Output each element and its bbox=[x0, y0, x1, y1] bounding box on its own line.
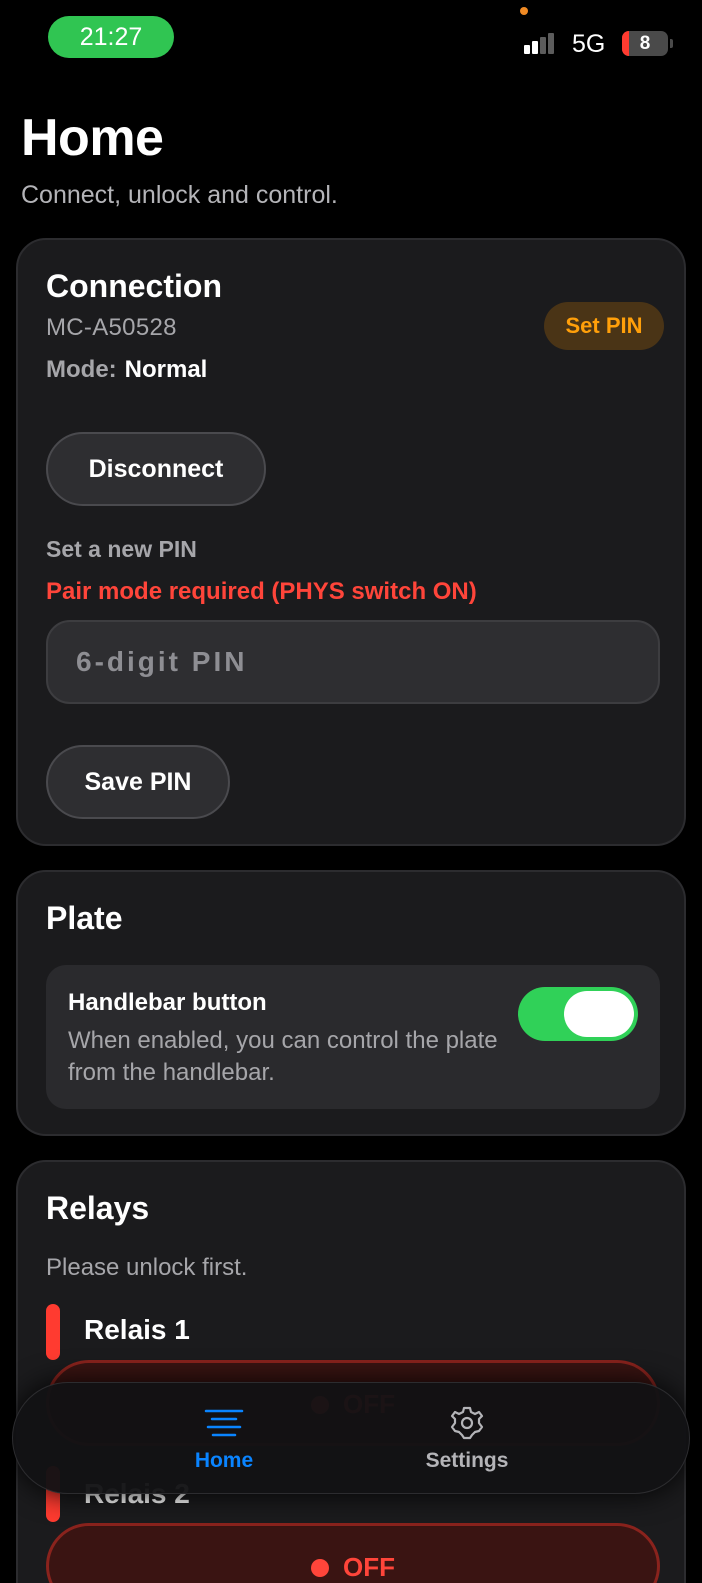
relay-2-toggle-button[interactable]: OFF bbox=[46, 1523, 660, 1583]
page-title: Home bbox=[21, 109, 164, 167]
gear-icon bbox=[450, 1406, 484, 1440]
home-screen: 21:27 5G 8 Home Connect, unlock and cont… bbox=[0, 0, 702, 1583]
mode-row: Mode: Normal bbox=[46, 356, 207, 384]
tab-home-label: Home bbox=[194, 1449, 254, 1472]
relays-card: Relays Please unlock first. Relais 1 OFF… bbox=[16, 1160, 686, 1583]
new-pin-label: Set a new PIN bbox=[46, 536, 197, 562]
battery-icon: 8 bbox=[622, 31, 668, 56]
save-pin-button[interactable]: Save PIN bbox=[46, 745, 230, 819]
mode-value: Normal bbox=[124, 356, 208, 383]
handlebar-button-row: Handlebar button When enabled, you can c… bbox=[46, 965, 660, 1109]
relay-1-status-indicator bbox=[46, 1304, 60, 1360]
pin-input[interactable] bbox=[46, 620, 660, 704]
tab-settings-label: Settings bbox=[425, 1449, 509, 1472]
handlebar-button-title: Handlebar button bbox=[68, 989, 267, 1016]
device-id: MC-A50528 bbox=[46, 314, 177, 341]
battery-tip bbox=[670, 39, 673, 48]
toggle-knob bbox=[564, 991, 634, 1037]
set-pin-badge[interactable]: Set PIN bbox=[544, 302, 664, 350]
relays-locked-note: Please unlock first. bbox=[46, 1254, 248, 1281]
menu-lines-icon bbox=[204, 1409, 244, 1437]
plate-title: Plate bbox=[46, 900, 123, 936]
connection-card: Connection MC-A50528 Mode: Normal Set PIN… bbox=[16, 238, 686, 846]
connection-title: Connection bbox=[46, 268, 222, 304]
relay-2-state-dot bbox=[311, 1559, 329, 1577]
tab-bar: Home Settings bbox=[12, 1382, 690, 1494]
battery-level: 8 bbox=[639, 32, 651, 54]
cellular-signal-icon bbox=[524, 32, 560, 54]
tab-home[interactable]: Home bbox=[154, 1397, 294, 1481]
plate-card: Plate Handlebar button When enabled, you… bbox=[16, 870, 686, 1136]
handlebar-button-toggle[interactable] bbox=[518, 987, 638, 1041]
privacy-indicator-dot bbox=[520, 7, 528, 15]
network-type: 5G bbox=[572, 30, 606, 58]
relay-1-name: Relais 1 bbox=[84, 1314, 190, 1345]
tab-settings[interactable]: Settings bbox=[397, 1397, 537, 1481]
disconnect-button[interactable]: Disconnect bbox=[46, 432, 266, 506]
page-subtitle: Connect, unlock and control. bbox=[21, 181, 338, 209]
handlebar-button-description: When enabled, you can control the plate … bbox=[68, 1027, 498, 1086]
status-time: 21:27 bbox=[48, 16, 174, 58]
relays-title: Relays bbox=[46, 1190, 150, 1226]
relay-2-state-label: OFF bbox=[343, 1552, 395, 1582]
mode-label: Mode: bbox=[46, 356, 117, 383]
pair-mode-warning: Pair mode required (PHYS switch ON) bbox=[46, 578, 477, 605]
